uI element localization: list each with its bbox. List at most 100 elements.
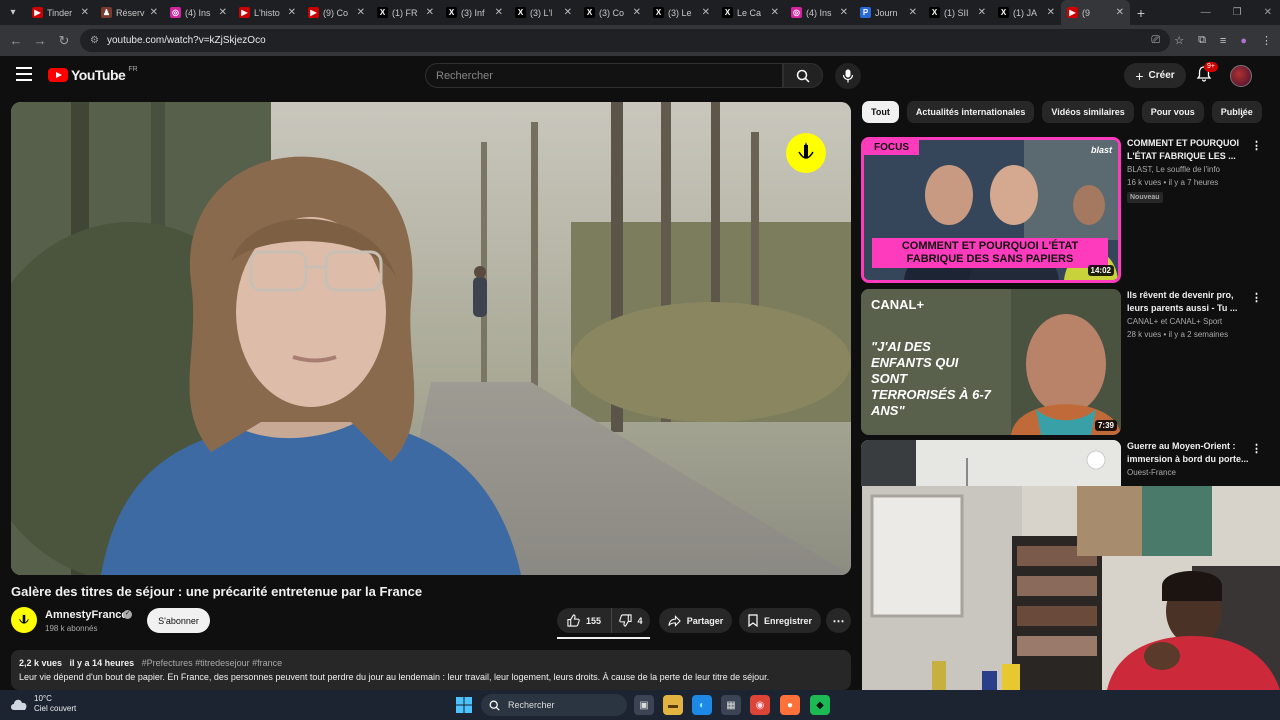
reload-icon[interactable]: ↻ bbox=[52, 33, 76, 49]
tab-close-icon[interactable]: ✕ bbox=[633, 7, 641, 18]
description-box[interactable]: 2,2 k vues il y a 14 heures #Prefectures… bbox=[11, 650, 851, 690]
browser-tab[interactable]: X (1) JA ✕ bbox=[992, 0, 1061, 25]
chip-published[interactable]: Publiée bbox=[1211, 101, 1262, 123]
related-video[interactable]: FOCUS blast COMMENT ET POURQUOI L'ÉTAT F… bbox=[861, 137, 1271, 283]
tab-close-icon[interactable]: ✕ bbox=[81, 7, 89, 18]
video-player[interactable] bbox=[11, 102, 851, 575]
store-icon[interactable]: ▦ bbox=[721, 695, 741, 715]
maximize-icon[interactable]: ❐ bbox=[1233, 7, 1242, 18]
tab-close-icon[interactable]: ✕ bbox=[219, 7, 227, 18]
chevron-right-icon[interactable]: › bbox=[1240, 108, 1244, 122]
like-button[interactable]: 155 bbox=[557, 608, 612, 633]
tab-close-icon[interactable]: ✕ bbox=[1047, 7, 1055, 18]
profile-icon[interactable]: ● bbox=[1240, 35, 1247, 47]
back-icon[interactable]: ← bbox=[4, 33, 28, 48]
extensions-icon[interactable]: ⧉ bbox=[1198, 34, 1206, 47]
browser-tab[interactable]: X (3) L'l ✕ bbox=[509, 0, 578, 25]
browser-tab[interactable]: ◎ (4) Ins ✕ bbox=[164, 0, 233, 25]
tab-close-icon[interactable]: ✕ bbox=[909, 7, 917, 18]
related-channel[interactable]: Ouest-France bbox=[1127, 468, 1176, 477]
forward-icon[interactable]: → bbox=[28, 33, 52, 48]
save-button[interactable]: Enregistrer bbox=[739, 608, 821, 633]
browser-tab[interactable]: ▶ (9) Co ✕ bbox=[302, 0, 371, 25]
browser-tab[interactable]: ◎ (4) Ins ✕ bbox=[785, 0, 854, 25]
hamburger-menu-icon[interactable] bbox=[16, 67, 32, 81]
site-info-icon[interactable]: ⚙ bbox=[90, 35, 99, 46]
more-vertical-icon[interactable]: ⋮ bbox=[1251, 291, 1262, 304]
chip-similar-videos[interactable]: Vidéos similaires bbox=[1042, 101, 1134, 123]
related-thumbnail[interactable]: CANAL+ "J'AI DES ENFANTS QUI SONT TERROR… bbox=[861, 289, 1121, 435]
tab-close-icon[interactable]: ✕ bbox=[150, 7, 158, 18]
browser-tab[interactable]: ▶ Tinder ✕ bbox=[26, 0, 95, 25]
weather-widget[interactable]: 10°C Ciel couvert bbox=[10, 694, 76, 714]
file-explorer-icon[interactable]: ▬ bbox=[663, 695, 683, 715]
more-vertical-icon[interactable]: ⋮ bbox=[1251, 139, 1262, 152]
edge-icon[interactable]: ◐ bbox=[692, 695, 712, 715]
more-vertical-icon[interactable]: ⋮ bbox=[1251, 442, 1262, 455]
tab-close-icon[interactable]: ✕ bbox=[426, 7, 434, 18]
related-video[interactable]: CANAL+ "J'AI DES ENFANTS QUI SONT TERROR… bbox=[861, 289, 1271, 435]
more-actions-button[interactable]: ⋯ bbox=[826, 608, 851, 633]
browser-tab[interactable]: X Le Ca ✕ bbox=[716, 0, 785, 25]
browser-tab[interactable]: X (1) FR ✕ bbox=[371, 0, 440, 25]
bookmark-star-icon[interactable]: ☆ bbox=[1174, 34, 1184, 47]
browser-tab[interactable]: ♟ Réserv ✕ bbox=[95, 0, 164, 25]
browser-menu-icon[interactable]: ⋮ bbox=[1261, 34, 1272, 47]
channel-watermark[interactable] bbox=[786, 133, 826, 173]
dislike-button[interactable]: 4 bbox=[612, 608, 650, 633]
voice-search-button[interactable] bbox=[835, 63, 861, 89]
chrome-icon[interactable]: ◉ bbox=[750, 695, 770, 715]
share-button[interactable]: Partager bbox=[659, 608, 732, 633]
taskbar-search[interactable]: Rechercher bbox=[481, 694, 627, 716]
tab-close-icon[interactable]: ✕ bbox=[771, 7, 779, 18]
browser-tab[interactable]: X (3) Inf ✕ bbox=[440, 0, 509, 25]
cast-icon[interactable]: ⎚ bbox=[1151, 34, 1160, 47]
tab-close-icon[interactable]: ✕ bbox=[1116, 7, 1124, 18]
related-thumbnail[interactable]: FOCUS blast COMMENT ET POURQUOI L'ÉTAT F… bbox=[861, 137, 1121, 283]
browser-tab[interactable]: ▶ (9 ✕ bbox=[1061, 0, 1130, 25]
new-tab-button[interactable]: + bbox=[1130, 5, 1152, 21]
browser-tab[interactable]: ▶ L'histo ✕ bbox=[233, 0, 302, 25]
channel-name[interactable]: AmnestyFrance bbox=[45, 609, 128, 621]
address-bar[interactable]: ⚙ youtube.com/watch?v=kZjSkjezOco bbox=[80, 29, 1170, 52]
tab-close-icon[interactable]: ✕ bbox=[495, 7, 503, 18]
related-video[interactable]: Guerre au Moyen-Orient : immersion à bor… bbox=[861, 440, 1271, 486]
firefox-icon[interactable]: ● bbox=[780, 695, 800, 715]
app-icon[interactable]: ◆ bbox=[810, 695, 830, 715]
subscribe-button[interactable]: S'abonner bbox=[147, 608, 210, 633]
browser-tab[interactable]: X (1) SII ✕ bbox=[923, 0, 992, 25]
search-button[interactable] bbox=[783, 63, 823, 88]
chip-all[interactable]: Tout bbox=[862, 101, 899, 123]
create-button[interactable]: + Créer bbox=[1124, 63, 1186, 88]
browser-tab[interactable]: X (3) Le ✕ bbox=[647, 0, 716, 25]
tab-close-icon[interactable]: ✕ bbox=[357, 7, 365, 18]
minimize-icon[interactable]: — bbox=[1201, 7, 1211, 18]
browser-tab[interactable]: P Journ ✕ bbox=[854, 0, 923, 25]
tab-close-icon[interactable]: ✕ bbox=[702, 7, 710, 18]
task-view-icon[interactable]: ▣ bbox=[634, 695, 654, 715]
hashtags[interactable]: #Prefectures #titredesejour #france bbox=[142, 658, 283, 668]
channel-avatar[interactable] bbox=[11, 607, 37, 633]
related-title[interactable]: COMMENT ET POURQUOI L'ÉTAT FABRIQUE LES … bbox=[1127, 137, 1252, 163]
tab-close-icon[interactable]: ✕ bbox=[564, 7, 572, 18]
tab-close-icon[interactable]: ✕ bbox=[840, 7, 848, 18]
notifications-button[interactable]: 9+ bbox=[1195, 62, 1218, 85]
related-channel[interactable]: BLAST, Le souffle de l'info bbox=[1127, 165, 1220, 174]
related-title[interactable]: Ils rêvent de devenir pro, leurs parents… bbox=[1127, 289, 1252, 315]
tab-close-icon[interactable]: ✕ bbox=[288, 7, 296, 18]
related-title[interactable]: Guerre au Moyen-Orient : immersion à bor… bbox=[1127, 440, 1252, 466]
account-avatar[interactable] bbox=[1230, 65, 1252, 87]
browser-tab[interactable]: X (3) Co ✕ bbox=[578, 0, 647, 25]
tab-list-button[interactable]: ▾ bbox=[0, 0, 26, 25]
related-channel[interactable]: CANAL+ et CANAL+ Sport bbox=[1127, 317, 1222, 326]
related-thumbnail[interactable] bbox=[861, 440, 1121, 486]
youtube-logo[interactable]: YouTube FR bbox=[48, 66, 138, 83]
chip-for-you[interactable]: Pour vous bbox=[1141, 101, 1204, 123]
chip-international-news[interactable]: Actualités internationales bbox=[906, 101, 1035, 123]
close-window-icon[interactable]: ✕ bbox=[1264, 7, 1272, 18]
search-input[interactable]: Rechercher bbox=[425, 63, 783, 88]
windows-start-icon[interactable] bbox=[456, 697, 472, 713]
youtube-logo-text: YouTube bbox=[71, 67, 126, 83]
media-control-icon[interactable]: ≡ bbox=[1220, 35, 1226, 47]
tab-close-icon[interactable]: ✕ bbox=[978, 7, 986, 18]
